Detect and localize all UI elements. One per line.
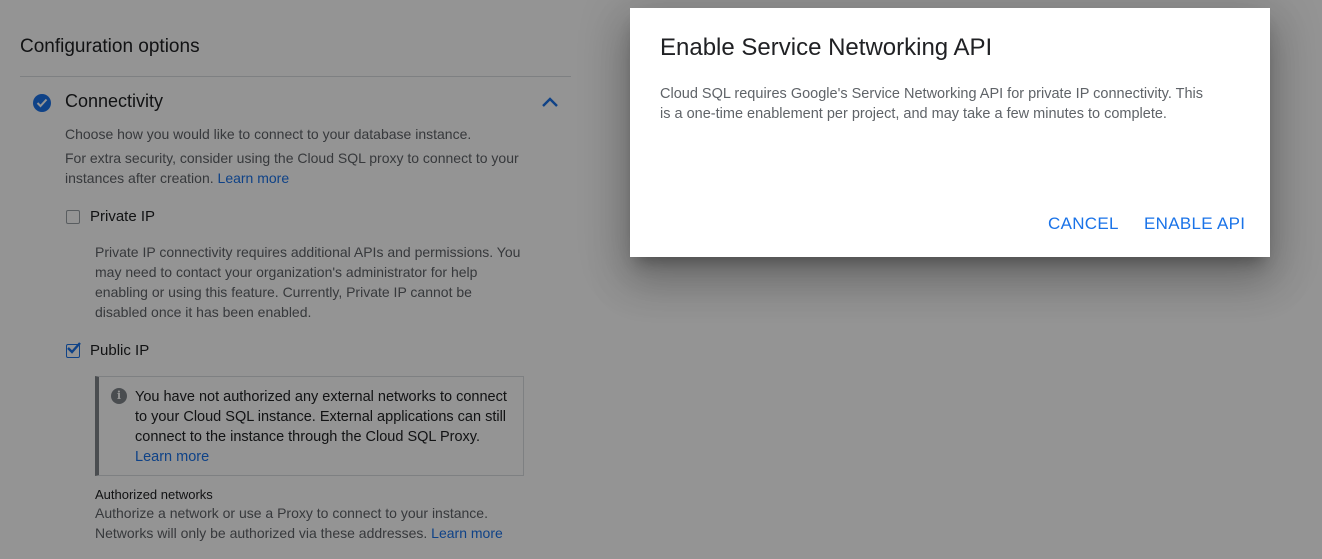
cancel-button[interactable]: CANCEL bbox=[1048, 214, 1119, 234]
enable-api-dialog: Enable Service Networking API Cloud SQL … bbox=[630, 8, 1270, 257]
dialog-body: Cloud SQL requires Google's Service Netw… bbox=[660, 86, 1204, 122]
dialog-title: Enable Service Networking API bbox=[660, 34, 993, 61]
enable-api-button[interactable]: ENABLE API bbox=[1144, 214, 1245, 234]
